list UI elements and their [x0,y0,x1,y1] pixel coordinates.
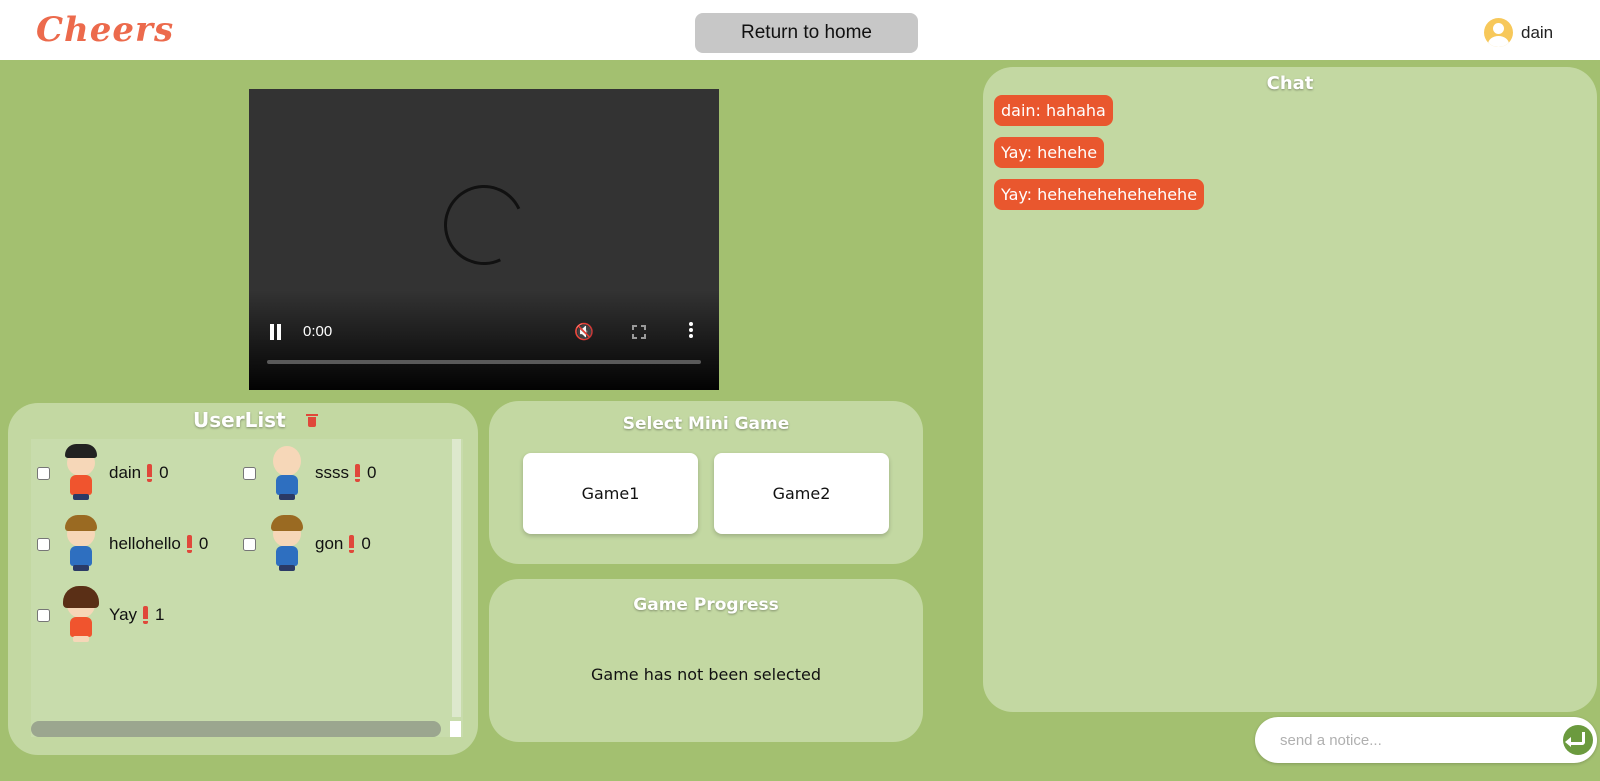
user-profile[interactable]: dain [1484,18,1553,47]
fullscreen-icon[interactable] [632,325,646,339]
user-character-icon [265,515,309,573]
game1-button[interactable]: Game1 [523,453,698,534]
vertical-scrollbar[interactable] [452,439,461,717]
game2-button[interactable]: Game2 [714,453,889,534]
pause-icon[interactable] [269,324,283,340]
app-logo[interactable]: Cheers [36,10,174,50]
chat-message: Yay: hehehe [994,137,1105,168]
alert-icon [355,464,360,482]
user-item[interactable]: ssss 0 [243,443,376,503]
notice-input-container [1255,717,1597,763]
return-home-button[interactable]: Return to home [695,13,918,53]
mute-icon[interactable]: 🔇 [574,322,594,342]
chat-message: Yay: hehehehehehehehe [994,179,1205,210]
video-player[interactable]: 0:00 🔇 [249,89,719,390]
game-progress-message: Game has not been selected [591,665,821,684]
main-area: 0:00 🔇 UserList dain 0 ssss 0 hellohello… [0,60,1600,781]
userlist-scroll-area[interactable]: dain 0 ssss 0 hellohello 0 gon 0 Yay 1 [31,439,463,737]
user-checkbox[interactable] [37,537,50,551]
user-count: 1 [155,605,165,624]
video-progress-bar[interactable] [267,360,701,364]
trash-icon[interactable] [305,413,318,427]
alert-icon [147,464,153,482]
video-time: 0:00 [303,323,333,340]
game-progress-panel: Game Progress Game has not been selected [489,579,923,742]
user-count: 0 [159,463,169,482]
user-name: dain [1521,22,1554,42]
user-count: 0 [367,463,377,482]
userlist-panel: UserList dain 0 ssss 0 hellohello 0 gon … [8,403,478,755]
chat-title: Chat [1266,73,1314,94]
notice-input[interactable] [1280,729,1550,751]
user-item[interactable]: dain 0 [37,443,169,503]
user-checkbox[interactable] [243,537,256,551]
more-options-icon[interactable] [689,322,693,338]
minigame-title: Select Mini Game [622,414,790,434]
game-progress-title: Game Progress [633,595,779,615]
user-checkbox[interactable] [37,608,50,622]
video-controls-gradient [249,290,719,390]
horizontal-scrollbar[interactable] [31,721,441,737]
user-checkbox[interactable] [37,466,50,480]
send-notice-button[interactable] [1563,725,1593,755]
user-avatar-icon [1484,18,1513,47]
alert-icon [143,606,149,624]
header: Cheers Return to home dain [0,0,1600,60]
user-name: Yay [109,605,138,624]
user-character-icon [265,444,309,502]
userlist-title: UserList [193,408,286,432]
user-character-icon [59,586,103,644]
user-checkbox[interactable] [243,466,256,480]
user-item[interactable]: Yay 1 [37,585,165,645]
user-count: 0 [361,534,371,553]
user-item[interactable]: hellohello 0 [37,514,208,574]
user-item[interactable]: gon 0 [243,514,371,574]
user-name: hellohello [109,534,181,553]
user-character-icon [59,515,103,573]
user-name: gon [315,534,344,553]
chat-panel: Chat dain: hahaha Yay: hehehe Yay: heheh… [983,67,1597,712]
user-count: 0 [198,534,209,553]
chat-message-list: dain: hahaha Yay: hehehe Yay: hehehehehe… [994,95,1205,221]
user-character-icon [59,444,103,502]
alert-icon [186,535,192,553]
user-name: dain [109,463,142,482]
userlist-header: UserList [193,408,318,432]
scrollbar-corner [450,721,461,737]
alert-icon [349,535,355,553]
loading-spinner-icon [432,173,536,277]
user-name: ssss [315,463,349,482]
chat-message: dain: hahaha [994,95,1113,126]
enter-arrow-icon [1565,732,1585,747]
minigame-panel: Select Mini Game Game1 Game2 [489,401,923,564]
